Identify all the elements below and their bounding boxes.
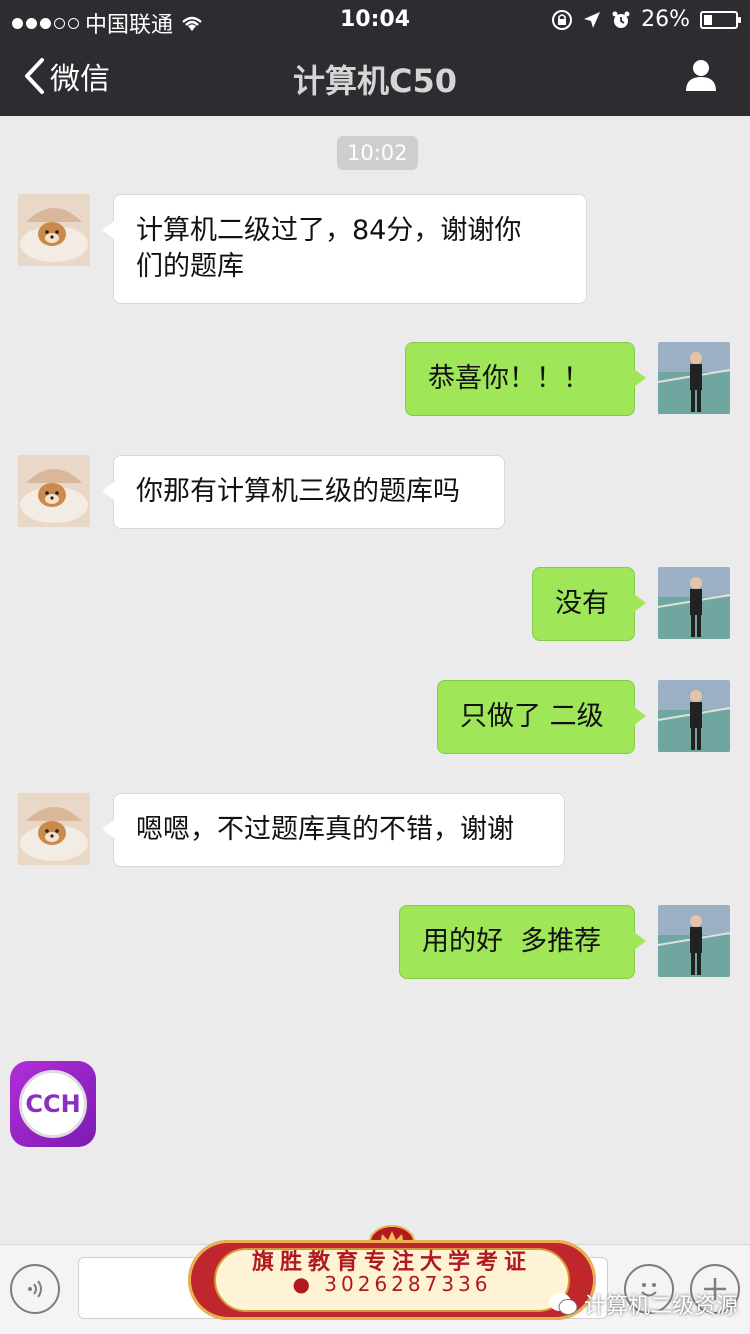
message-text: 只做了 二级	[460, 701, 604, 732]
message-text: 嗯嗯，不过题库真的不错，谢谢	[136, 814, 514, 845]
status-bar: 中国联通 10:04 26%	[0, 0, 750, 40]
watermark: 计算机二级资源	[548, 1288, 738, 1320]
message-text: 恭喜你！！！	[428, 363, 590, 394]
message-bubble-outgoing[interactable]: 恭喜你！！！	[405, 342, 646, 416]
banner-contact: ● 3026287336	[188, 1272, 596, 1296]
wechat-icon: ●	[292, 1272, 314, 1296]
contact-avatar[interactable]	[18, 793, 90, 865]
status-right-group: 26%	[551, 7, 741, 32]
message-text: 计算机二级过了，84分，谢谢你	[136, 215, 522, 246]
nav-bar: 微信 计算机C50	[0, 40, 750, 116]
chat-info-button[interactable]	[684, 58, 718, 96]
message-bubble-outgoing[interactable]: 没有	[532, 567, 646, 641]
battery-icon	[700, 10, 741, 29]
voice-button[interactable]	[10, 1264, 60, 1314]
wechat-logo-icon	[548, 1293, 578, 1315]
message-timestamp: 10:02	[337, 136, 418, 170]
message-text: 没有	[555, 588, 609, 619]
my-avatar[interactable]	[658, 680, 730, 752]
message-text: 你那有计算机三级的题库吗	[136, 476, 460, 507]
my-avatar[interactable]	[658, 905, 730, 977]
message-bubble-outgoing[interactable]: 只做了 二级	[437, 680, 646, 754]
banner-number: 3026287336	[324, 1272, 492, 1296]
person-icon	[686, 60, 716, 91]
message-bubble-outgoing[interactable]: 用的好 多推荐	[399, 905, 646, 979]
message-text: 用的好 多推荐	[422, 926, 602, 957]
watermark-text: 计算机二级资源	[583, 1294, 738, 1319]
chat-area[interactable]: 10:02 计算机二级过了，84分，谢谢你 们的题库 恭喜你！！！ 你那有计算机…	[0, 116, 750, 1244]
location-arrow-icon	[584, 11, 601, 28]
message-bubble-incoming[interactable]: 计算机二级过了，84分，谢谢你 们的题库	[102, 194, 587, 304]
message-bubble-incoming[interactable]: 嗯嗯，不过题库真的不错，谢谢	[102, 793, 565, 867]
chat-title: 计算机C50	[292, 62, 458, 100]
my-avatar[interactable]	[658, 342, 730, 414]
voice-icon	[28, 1280, 42, 1298]
message-text: 们的题库	[136, 251, 244, 282]
my-avatar[interactable]	[658, 567, 730, 639]
ad-banner: 旗胜教育专注大学考证 ● 3026287336	[188, 1222, 596, 1322]
contact-avatar[interactable]	[18, 194, 90, 266]
alarm-icon	[612, 11, 630, 28]
message-bubble-incoming[interactable]: 你那有计算机三级的题库吗	[102, 455, 505, 529]
battery-percent: 26%	[641, 7, 690, 32]
cch-app-icon[interactable]: CCH	[10, 1061, 96, 1147]
rotation-lock-icon	[552, 9, 573, 30]
cch-logo-text: CCH	[19, 1070, 87, 1138]
contact-avatar[interactable]	[18, 455, 90, 527]
